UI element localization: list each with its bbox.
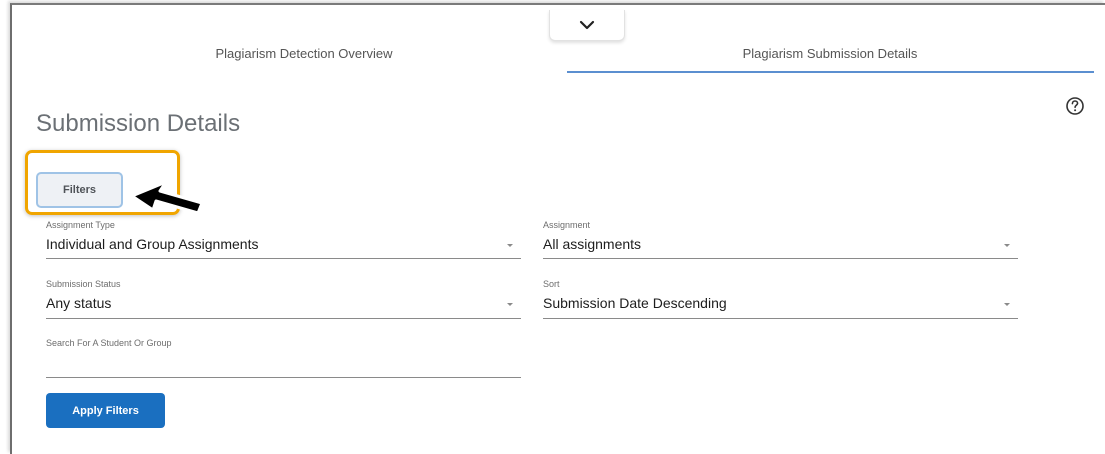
submission-status-value: Any status	[46, 295, 112, 311]
active-tab-indicator	[567, 71, 1094, 73]
apply-filters-button[interactable]: Apply Filters	[46, 393, 165, 428]
filters-button[interactable]: Filters	[36, 172, 123, 208]
sort-label: Sort	[543, 279, 560, 289]
tab-plagiarism-submission-details[interactable]: Plagiarism Submission Details	[620, 46, 1040, 61]
assignment-type-select[interactable]: Assignment Type Individual and Group Ass…	[46, 220, 521, 259]
tab-plagiarism-detection-overview[interactable]: Plagiarism Detection Overview	[174, 46, 434, 61]
caret-down-icon	[1004, 244, 1010, 247]
collapse-toggle[interactable]	[549, 10, 625, 41]
submission-status-select[interactable]: Submission Status Any status	[46, 279, 521, 319]
assignment-value: All assignments	[543, 236, 642, 252]
mouse-pointer-icon	[130, 180, 204, 215]
chevron-down-icon	[579, 20, 595, 30]
caret-down-icon	[1004, 303, 1010, 306]
page-title: Submission Details	[36, 110, 241, 137]
assignment-type-label: Assignment Type	[46, 220, 115, 230]
caret-down-icon	[507, 303, 513, 306]
sort-select[interactable]: Sort Submission Date Descending	[543, 279, 1018, 319]
submission-status-label: Submission Status	[46, 279, 121, 289]
caret-down-icon	[507, 244, 513, 247]
assignment-label: Assignment	[543, 220, 591, 230]
help-circle-icon[interactable]	[1065, 96, 1085, 116]
student-group-search-input[interactable]: Search For A Student Or Group	[46, 338, 521, 378]
sort-value: Submission Date Descending	[543, 295, 727, 311]
assignment-select[interactable]: Assignment All assignments	[543, 220, 1018, 259]
assignment-type-value: Individual and Group Assignments	[46, 236, 259, 252]
search-label: Search For A Student Or Group	[46, 338, 172, 348]
